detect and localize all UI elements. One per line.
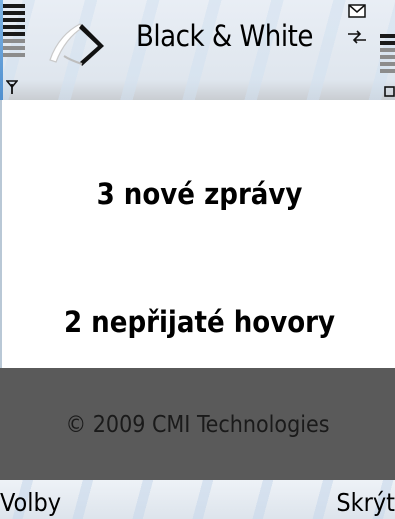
signal-strength-icon — [3, 4, 25, 66]
app-logo — [49, 23, 104, 66]
battery-icon — [380, 34, 395, 84]
softkey-bar: Volby Skrýt — [0, 480, 395, 519]
missed-calls-notice[interactable]: 2 nepřijaté hovory — [2, 308, 395, 337]
options-softkey[interactable]: Volby — [0, 490, 61, 515]
title-bar: Black & White — [0, 0, 395, 101]
hide-softkey[interactable]: Skrýt — [336, 490, 395, 515]
main-content: 3 nové zprávy 2 nepřijaté hovory — [0, 100, 395, 368]
new-message-icon — [348, 4, 366, 18]
copyright-band: © 2009 CMI Technologies — [0, 368, 395, 480]
data-transfer-icon — [348, 30, 366, 44]
keypad-lock-icon — [384, 86, 395, 97]
new-messages-notice[interactable]: 3 nové zprávy — [2, 180, 395, 209]
app-title: Black & White — [136, 19, 313, 53]
copyright-text: © 2009 CMI Technologies — [65, 412, 330, 438]
antenna-icon — [6, 80, 18, 94]
